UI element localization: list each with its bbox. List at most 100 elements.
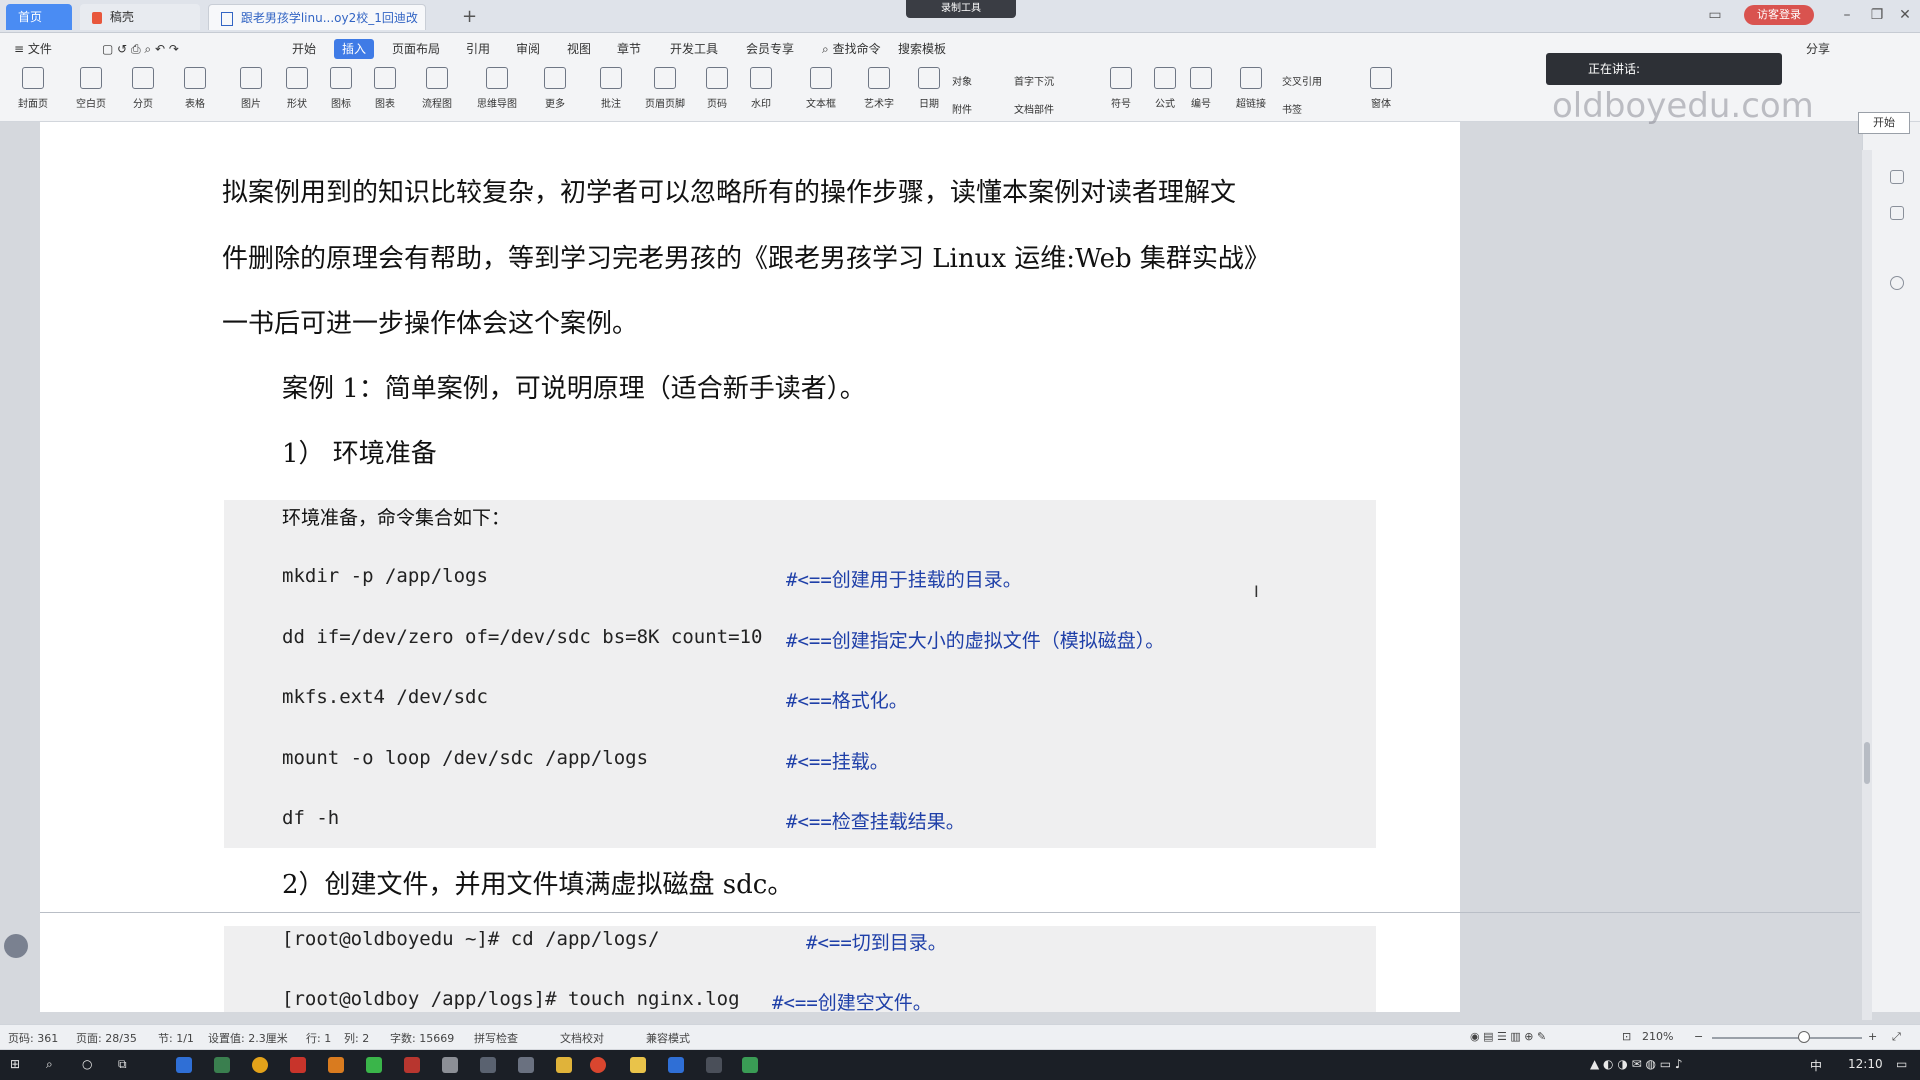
word-icon[interactable] xyxy=(668,1057,684,1073)
app-icon[interactable] xyxy=(518,1057,534,1073)
header-footer-button[interactable]: 页眉页脚 xyxy=(642,67,688,110)
menu-file[interactable]: ≡ 文件 xyxy=(14,39,52,59)
cross-reference-button[interactable]: 交叉引用 xyxy=(1282,73,1322,88)
search-icon[interactable]: ⌕ xyxy=(46,1057,53,1072)
blank-page-button[interactable]: 空白页 xyxy=(68,67,114,110)
mindmap-button[interactable]: 思维导图 xyxy=(474,67,520,110)
form-button[interactable]: 窗体 xyxy=(1358,67,1404,110)
status-page[interactable]: 页面: 28/35 xyxy=(76,1030,137,1046)
zoom-slider[interactable] xyxy=(1712,1037,1862,1039)
fullscreen-icon[interactable]: ⤢ xyxy=(1892,1030,1901,1044)
cortana-icon[interactable]: ○ xyxy=(82,1057,92,1071)
wechat-icon[interactable] xyxy=(366,1057,382,1073)
menu-developer[interactable]: 开发工具 xyxy=(670,39,718,59)
menu-start[interactable]: 开始 xyxy=(292,39,316,59)
shape-button[interactable]: 形状 xyxy=(274,67,320,110)
flowchart-button[interactable]: 流程图 xyxy=(414,67,460,110)
watermark-button[interactable]: 水印 xyxy=(738,67,784,110)
table-button[interactable]: 表格 xyxy=(172,67,218,110)
attachment-button[interactable]: 附件 xyxy=(952,101,972,116)
view-mode-icons[interactable]: ◉ ▤ ☰ ▥ ⊕ ✎ xyxy=(1470,1030,1546,1043)
menu-page-layout[interactable]: 页面布局 xyxy=(392,39,440,59)
zoom-level[interactable]: 210% xyxy=(1642,1030,1673,1043)
app-icon[interactable] xyxy=(328,1057,344,1073)
symbol-button[interactable]: 符号 xyxy=(1098,67,1144,110)
flowchart-icon xyxy=(426,67,448,89)
code-comment: #<==创建指定大小的虚拟文件（模拟磁盘）。 xyxy=(786,630,1165,652)
comment-button[interactable]: 批注 xyxy=(588,67,634,110)
doc-proofread-toggle[interactable]: 文档校对 xyxy=(560,1030,604,1046)
task-view-icon[interactable]: ⧉ xyxy=(118,1057,127,1072)
bookmark-button[interactable]: 书签 xyxy=(1282,101,1302,116)
start-button[interactable]: 开始 xyxy=(1858,112,1910,134)
guest-login-button[interactable]: 访客登录 xyxy=(1744,5,1814,25)
page-break-button[interactable]: 分页 xyxy=(120,67,166,110)
app-icon[interactable] xyxy=(480,1057,496,1073)
tray-icons[interactable]: ▲ ◐ ◑ ✉ ◍ ▭ ♪ xyxy=(1590,1057,1683,1071)
app-icon[interactable] xyxy=(442,1057,458,1073)
chart-button[interactable]: 图表 xyxy=(362,67,408,110)
zoom-fit-icon[interactable]: ⊡ xyxy=(1622,1030,1631,1043)
wordart-button[interactable]: 艺术字 xyxy=(856,67,902,110)
tab-document[interactable]: 跟老男孩学linu...oy2校_1回迪改 × xyxy=(208,4,426,30)
date-button[interactable]: 日期 xyxy=(906,67,952,110)
app-icon[interactable] xyxy=(290,1057,306,1073)
spell-check-toggle[interactable]: 拼写检查 xyxy=(474,1030,518,1046)
menu-insert[interactable]: 插入 xyxy=(334,39,375,59)
doc-parts-button[interactable]: 文档部件 xyxy=(1014,101,1054,116)
page-number-button[interactable]: 页码 xyxy=(694,67,740,110)
code-line: mount -o loop /dev/sdc /app/logs xyxy=(282,747,649,769)
quick-save-icon[interactable]: ▢ ↺ ⎙ ⌕ ↶ ↷ xyxy=(102,39,179,59)
cursor-icon[interactable] xyxy=(1890,206,1904,220)
icon-library-button[interactable]: 图标 xyxy=(318,67,364,110)
menu-review[interactable]: 审阅 xyxy=(516,39,540,59)
folder-icon[interactable] xyxy=(630,1057,646,1073)
app-icon[interactable] xyxy=(404,1057,420,1073)
search-template[interactable]: 搜索模板 xyxy=(898,39,946,59)
minimize-icon[interactable]: – xyxy=(1834,4,1860,26)
page-break-line xyxy=(40,912,1860,913)
app-icon[interactable] xyxy=(214,1057,230,1073)
zoom-in-icon[interactable]: + xyxy=(1868,1030,1877,1043)
tab-home[interactable]: 首页 xyxy=(6,4,72,30)
status-word-count[interactable]: 字数: 15669 xyxy=(390,1030,454,1046)
app-icon[interactable] xyxy=(706,1057,722,1073)
side-menu-icon[interactable] xyxy=(4,934,28,958)
app-icon[interactable] xyxy=(742,1057,758,1073)
cover-page-button[interactable]: 封面页 xyxy=(10,67,56,110)
menu-member[interactable]: 会员专享 xyxy=(746,39,794,59)
menu-view[interactable]: 视图 xyxy=(567,39,591,59)
notification-icon[interactable]: ▭ xyxy=(1896,1057,1907,1071)
help-icon[interactable] xyxy=(1890,276,1904,290)
restore-icon[interactable]: ❐ xyxy=(1864,4,1890,26)
vertical-scrollbar[interactable] xyxy=(1862,150,1872,1020)
tab-draft[interactable]: 稿壳 xyxy=(80,4,200,30)
textbox-button[interactable]: 文本框 xyxy=(798,67,844,110)
chrome-icon[interactable] xyxy=(252,1057,268,1073)
clock[interactable]: 12:10 xyxy=(1848,1057,1883,1071)
picture-button[interactable]: 图片 xyxy=(228,67,274,110)
zoom-slider-thumb[interactable] xyxy=(1798,1031,1810,1043)
new-tab-icon[interactable]: + xyxy=(462,4,477,30)
recording-toolbar[interactable]: 录制工具 xyxy=(906,0,1016,18)
zoom-out-icon[interactable]: − xyxy=(1694,1030,1703,1043)
drop-cap-button[interactable]: 首字下沉 xyxy=(1014,73,1054,88)
close-icon[interactable]: ✕ xyxy=(1892,4,1918,26)
wps-writer-icon[interactable] xyxy=(590,1057,606,1073)
numbering-button[interactable]: 编号 xyxy=(1178,67,1224,110)
object-button[interactable]: 对象 xyxy=(952,73,972,88)
more-button[interactable]: 更多 xyxy=(532,67,578,110)
menu-chapter[interactable]: 章节 xyxy=(617,39,641,59)
menu-references[interactable]: 引用 xyxy=(466,39,490,59)
scrollbar-thumb[interactable] xyxy=(1864,742,1870,784)
app-icon[interactable] xyxy=(556,1057,572,1073)
cover-page-icon xyxy=(22,67,44,89)
ime-indicator[interactable]: 中 xyxy=(1810,1057,1822,1074)
search-command[interactable]: ⌕ 查找命令 xyxy=(822,39,881,59)
layout-icon[interactable]: ▭ xyxy=(1702,4,1728,26)
app-icon[interactable] xyxy=(176,1057,192,1073)
pen-icon[interactable] xyxy=(1890,170,1904,184)
windows-start-icon[interactable]: ⊞ xyxy=(10,1057,20,1071)
share-button[interactable]: 分享 xyxy=(1806,39,1830,59)
hyperlink-button[interactable]: 超链接 xyxy=(1228,67,1274,110)
